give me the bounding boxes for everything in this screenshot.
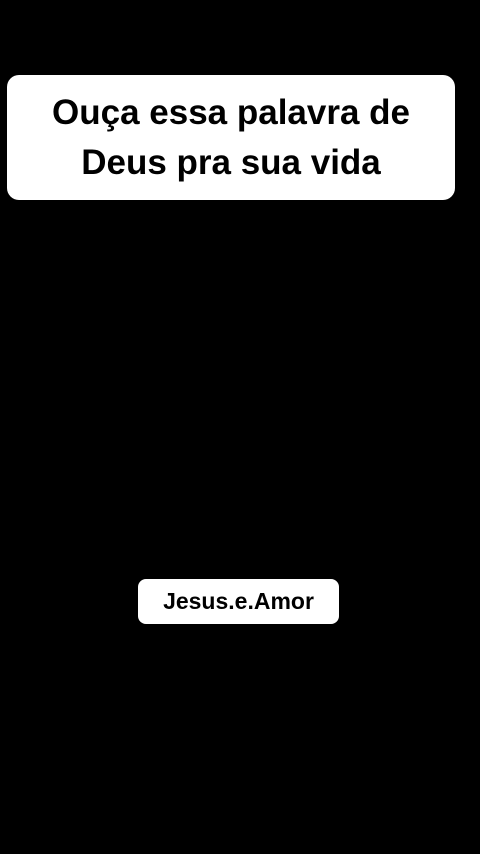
caption-line-1: Ouça essa palavra de <box>52 92 410 132</box>
caption-line-2: Deus pra sua vida <box>81 142 381 182</box>
username-label: Jesus.e.Amor <box>163 588 314 614</box>
caption-box: Ouça essa palavra de Deus pra sua vida <box>7 75 455 200</box>
video-frame: Ouça essa palavra de Deus pra sua vida J… <box>0 0 480 854</box>
username-watermark: Jesus.e.Amor <box>138 579 339 624</box>
